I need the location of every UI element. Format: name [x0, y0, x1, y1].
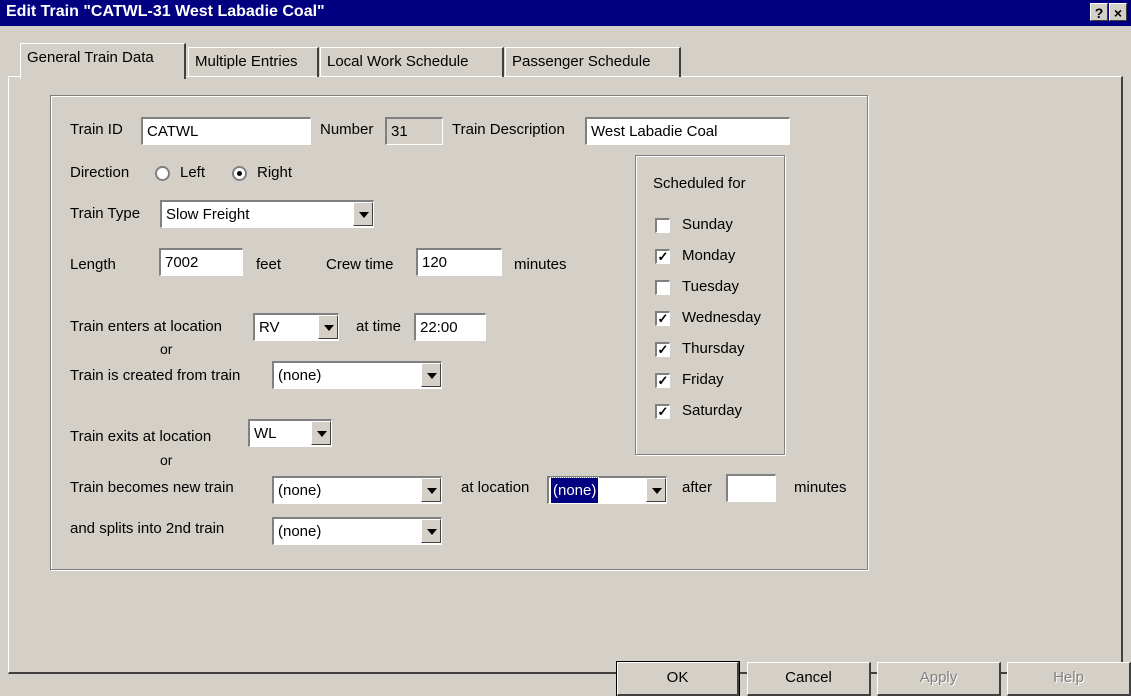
tab-passenger-schedule[interactable]: Passenger Schedule: [505, 47, 681, 77]
day-label: Tuesday: [682, 278, 739, 295]
at-time-field[interactable]: 22:00: [414, 313, 486, 341]
train-id-field[interactable]: CATWL: [141, 117, 311, 145]
day-label: Monday: [682, 247, 736, 264]
created-from-value: (none): [278, 367, 322, 384]
day-label: Saturday: [682, 402, 743, 419]
tab-label: Multiple Entries: [195, 53, 298, 70]
at-location-value: (none): [549, 477, 600, 504]
day-label: Thursday: [682, 340, 745, 357]
train-type-label: Train Type: [70, 205, 141, 222]
help-button-label: Help: [1053, 669, 1084, 686]
direction-left-label: Left: [180, 164, 206, 181]
direction-right-radio[interactable]: [232, 166, 247, 181]
chevron-down-icon[interactable]: [646, 478, 666, 502]
number-label: Number: [320, 121, 374, 138]
window-title: Edit Train "CATWL-31 West Labadie Coal": [6, 3, 325, 20]
length-field[interactable]: 7002: [159, 248, 243, 276]
close-title-button[interactable]: ×: [1109, 3, 1127, 21]
day-checkbox-wednesday[interactable]: ✓: [655, 311, 670, 326]
enters-location-dropdown[interactable]: RV: [253, 313, 339, 341]
splits-train-value: (none): [278, 523, 322, 540]
exits-location-label: Train exits at location: [70, 428, 212, 445]
apply-button-label: Apply: [919, 669, 958, 686]
day-checkbox-tuesday[interactable]: [655, 280, 670, 295]
checkmark-icon: ✓: [657, 404, 669, 419]
enters-location-label: Train enters at location: [70, 318, 223, 335]
number-field: 31: [385, 117, 443, 145]
radio-selected-dot: [237, 171, 242, 176]
created-from-dropdown[interactable]: (none): [272, 361, 442, 389]
day-checkbox-friday[interactable]: ✓: [655, 373, 670, 388]
chevron-down-icon[interactable]: [421, 363, 441, 387]
chevron-down-icon[interactable]: [421, 478, 441, 502]
after-minutes-field[interactable]: [726, 474, 776, 502]
train-id-label: Train ID: [70, 121, 123, 138]
train-description-field[interactable]: West Labadie Coal: [585, 117, 790, 145]
created-from-label: Train is created from train: [70, 367, 241, 384]
day-checkbox-thursday[interactable]: ✓: [655, 342, 670, 357]
tab-label: Passenger Schedule: [512, 53, 651, 70]
after-label: after: [682, 479, 713, 496]
at-location-dropdown[interactable]: (none): [547, 476, 667, 504]
length-label: Length: [70, 256, 116, 273]
enters-location-value: RV: [259, 319, 280, 336]
exits-location-value: WL: [254, 425, 277, 442]
train-type-value: Slow Freight: [166, 206, 250, 223]
crew-time-label: Crew time: [326, 256, 394, 273]
crew-time-unit: minutes: [514, 256, 567, 273]
tab-label: General Train Data: [27, 49, 154, 66]
length-unit: feet: [256, 256, 282, 273]
chevron-down-icon[interactable]: [311, 421, 331, 445]
splits-train-dropdown[interactable]: (none): [272, 517, 442, 545]
help-button: Help: [1007, 662, 1131, 696]
day-checkbox-saturday[interactable]: ✓: [655, 404, 670, 419]
direction-right-label: Right: [257, 164, 293, 181]
or-label: or: [160, 341, 173, 357]
day-label: Wednesday: [682, 309, 761, 326]
or-label: or: [160, 452, 173, 468]
becomes-train-dropdown[interactable]: (none): [272, 476, 442, 504]
train-type-dropdown[interactable]: Slow Freight: [160, 200, 374, 228]
chevron-down-icon[interactable]: [318, 315, 338, 339]
train-description-label: Train Description: [452, 121, 565, 138]
direction-label: Direction: [70, 164, 130, 181]
checkmark-icon: ✓: [657, 311, 669, 326]
cancel-button[interactable]: Cancel: [747, 662, 871, 696]
chevron-down-icon[interactable]: [353, 202, 373, 226]
splits-train-label: and splits into 2nd train: [70, 520, 225, 537]
cancel-button-label: Cancel: [785, 669, 832, 686]
day-checkbox-sunday[interactable]: [655, 218, 670, 233]
checkmark-icon: ✓: [657, 373, 669, 388]
ok-button[interactable]: OK: [616, 661, 740, 696]
tab-local-work-schedule[interactable]: Local Work Schedule: [320, 47, 504, 77]
day-checkbox-monday[interactable]: ✓: [655, 249, 670, 264]
direction-left-radio[interactable]: [155, 166, 170, 181]
checkmark-icon: ✓: [657, 342, 669, 357]
becomes-train-label: Train becomes new train: [70, 479, 234, 496]
title-bar: Edit Train "CATWL-31 West Labadie Coal" …: [0, 0, 1131, 26]
ok-button-label: OK: [666, 669, 689, 686]
exits-location-dropdown[interactable]: WL: [248, 419, 332, 447]
at-location-label: at location: [461, 479, 530, 496]
becomes-train-value: (none): [278, 482, 322, 499]
chevron-down-icon[interactable]: [421, 519, 441, 543]
crew-time-field[interactable]: 120: [416, 248, 502, 276]
checkmark-icon: ✓: [657, 249, 669, 264]
scheduled-for-title: Scheduled for: [653, 175, 746, 192]
day-label: Friday: [682, 371, 724, 388]
tab-general-train-data[interactable]: General Train Data: [20, 43, 186, 79]
help-title-button[interactable]: ?: [1090, 3, 1108, 21]
tab-multiple-entries[interactable]: Multiple Entries: [188, 47, 319, 77]
apply-button: Apply: [877, 662, 1001, 696]
after-unit: minutes: [794, 479, 847, 496]
at-time-label: at time: [356, 318, 402, 335]
day-label: Sunday: [682, 216, 733, 233]
tab-label: Local Work Schedule: [327, 53, 469, 70]
